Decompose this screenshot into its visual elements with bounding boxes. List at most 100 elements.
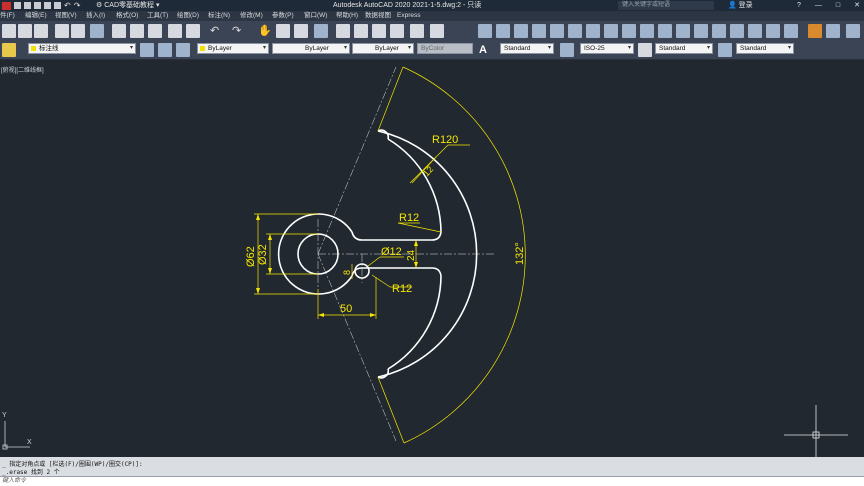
new-icon[interactable] bbox=[14, 2, 21, 9]
dim-style-dropdown[interactable]: ISO-25 ▾ bbox=[580, 43, 634, 54]
open-icon[interactable] bbox=[24, 2, 31, 9]
make-current-icon[interactable] bbox=[140, 43, 154, 57]
linetype-value: ByLayer bbox=[305, 45, 329, 52]
dim-style-manager-icon[interactable] bbox=[560, 43, 574, 57]
print-icon[interactable] bbox=[55, 24, 69, 38]
chevron-down-icon: ▾ bbox=[706, 45, 710, 51]
zoom-realtime-icon[interactable] bbox=[276, 24, 290, 38]
dim-angular-icon[interactable] bbox=[604, 24, 618, 38]
publish-icon[interactable] bbox=[90, 24, 104, 38]
tool-palettes-icon[interactable] bbox=[372, 24, 386, 38]
copy-icon[interactable] bbox=[130, 24, 144, 38]
mleader-style-icon[interactable] bbox=[718, 43, 732, 57]
dim-baseline-icon[interactable] bbox=[640, 24, 654, 38]
menu-edit[interactable]: 编辑(E) bbox=[25, 11, 47, 21]
zoom-window-icon[interactable] bbox=[294, 24, 308, 38]
lineweight-dropdown[interactable]: ByLayer ▾ bbox=[352, 43, 414, 54]
close-button[interactable]: ✕ bbox=[854, 0, 860, 11]
properties-icon[interactable] bbox=[336, 24, 350, 38]
mleader-style-dropdown[interactable]: Standard ▾ bbox=[736, 43, 794, 54]
save-icon[interactable] bbox=[34, 2, 41, 9]
dim-diameter-icon[interactable] bbox=[586, 24, 600, 38]
minimize-button[interactable]: — bbox=[815, 0, 822, 11]
quick-dim-icon[interactable] bbox=[622, 24, 636, 38]
inspection-icon[interactable] bbox=[748, 24, 762, 38]
layer-state-icon[interactable] bbox=[2, 43, 16, 57]
open-file-icon[interactable] bbox=[18, 24, 32, 38]
plot-icon[interactable] bbox=[54, 2, 61, 9]
menu-parametric[interactable]: 参数(P) bbox=[272, 11, 294, 21]
cut-icon[interactable] bbox=[112, 24, 126, 38]
search-input[interactable]: 键入关键字或短语 bbox=[618, 1, 714, 10]
layer-previous-icon[interactable] bbox=[158, 43, 172, 57]
title-bar: ↶ ↷ ⚙ CAD零基础教程 ▾ Autodesk AutoCAD 2020 2… bbox=[0, 0, 864, 11]
sheet-set-icon[interactable] bbox=[390, 24, 404, 38]
menu-icon[interactable] bbox=[2, 1, 11, 10]
menu-window[interactable]: 窗口(W) bbox=[304, 11, 327, 21]
calculator-icon[interactable] bbox=[430, 24, 444, 38]
drawing-canvas: R120 12 R12 Ø62 Ø32 Ø12 24 8 R12 50 132°… bbox=[2, 66, 848, 457]
dim-override-icon[interactable] bbox=[826, 24, 840, 38]
menu-file[interactable]: 件(F) bbox=[0, 11, 15, 21]
dim-aligned-icon[interactable] bbox=[496, 24, 510, 38]
block-editor-icon[interactable] bbox=[186, 24, 200, 38]
workspace-selector[interactable]: ⚙ CAD零基础教程 ▾ bbox=[96, 0, 159, 11]
redo-icon[interactable]: ↷ bbox=[74, 0, 81, 11]
pan-icon[interactable]: ✋ bbox=[258, 24, 272, 38]
arrow bbox=[256, 214, 260, 220]
menu-modify[interactable]: 修改(M) bbox=[240, 11, 263, 21]
table-style-icon[interactable] bbox=[638, 43, 652, 57]
undo-icon[interactable]: ↶ bbox=[64, 0, 71, 11]
dim-update-icon[interactable] bbox=[808, 24, 822, 38]
drawing-area[interactable]: [俯视][二维线框] R120 12 R12 Ø62 Ø32 Ø12 24 8 … bbox=[0, 61, 864, 457]
saveas-icon[interactable] bbox=[44, 2, 51, 9]
command-prompt: 键入命令 bbox=[2, 478, 27, 484]
dim-style-icon[interactable] bbox=[846, 24, 860, 38]
preview-icon[interactable] bbox=[71, 24, 85, 38]
plotstyle-dropdown[interactable]: ByColor bbox=[417, 43, 473, 54]
chevron-down-icon: ▾ bbox=[262, 45, 266, 51]
command-input[interactable]: 键入命令 bbox=[0, 476, 864, 486]
color-dropdown[interactable]: ByLayer ▾ bbox=[197, 43, 269, 54]
menu-insert[interactable]: 插入(I) bbox=[86, 11, 105, 21]
layer-match-icon[interactable] bbox=[176, 43, 190, 57]
match-properties-icon[interactable] bbox=[168, 24, 182, 38]
new-file-icon[interactable] bbox=[2, 24, 16, 38]
paste-icon[interactable] bbox=[148, 24, 162, 38]
layer-dropdown[interactable]: 标注线 ▾ bbox=[28, 43, 136, 54]
center-mark-icon[interactable] bbox=[730, 24, 744, 38]
ucs-icon bbox=[2, 421, 30, 450]
help-icon[interactable]: ? bbox=[797, 0, 801, 11]
markup-icon[interactable] bbox=[410, 24, 424, 38]
menu-data-view[interactable]: 数据视图 bbox=[365, 11, 391, 21]
login-button[interactable]: 👤 登录 bbox=[728, 0, 753, 11]
undo-button-icon[interactable]: ↶ bbox=[210, 24, 224, 38]
menu-draw[interactable]: 绘图(D) bbox=[177, 11, 199, 21]
dim-break-icon[interactable] bbox=[694, 24, 708, 38]
zoom-previous-icon[interactable] bbox=[314, 24, 328, 38]
linetype-dropdown[interactable]: ByLayer ▾ bbox=[272, 43, 350, 54]
menu-dimension[interactable]: 标注(N) bbox=[208, 11, 230, 21]
jogged-linear-icon[interactable] bbox=[766, 24, 780, 38]
maximize-button[interactable]: □ bbox=[836, 0, 840, 11]
menu-view[interactable]: 视图(V) bbox=[55, 11, 77, 21]
table-style-dropdown[interactable]: Standard ▾ bbox=[655, 43, 713, 54]
dim-radius-icon[interactable] bbox=[550, 24, 564, 38]
menu-help[interactable]: 帮助(H) bbox=[336, 11, 358, 21]
text-style-dropdown[interactable]: Standard ▾ bbox=[500, 43, 554, 54]
dim-linear-icon[interactable] bbox=[478, 24, 492, 38]
save-file-icon[interactable] bbox=[34, 24, 48, 38]
dim-arc-icon[interactable] bbox=[514, 24, 528, 38]
dim-jogged-icon[interactable] bbox=[568, 24, 582, 38]
dim-ordinate-icon[interactable] bbox=[532, 24, 546, 38]
dim-edit-icon[interactable] bbox=[784, 24, 798, 38]
menu-express[interactable]: Express bbox=[397, 11, 420, 21]
dim-continue-icon[interactable] bbox=[658, 24, 672, 38]
design-center-icon[interactable] bbox=[354, 24, 368, 38]
text-style-icon[interactable]: A bbox=[479, 43, 493, 57]
redo-button-icon[interactable]: ↷ bbox=[232, 24, 246, 38]
menu-tools[interactable]: 工具(T) bbox=[147, 11, 168, 21]
menu-format[interactable]: 格式(O) bbox=[116, 11, 138, 21]
dim-space-icon[interactable] bbox=[676, 24, 690, 38]
tolerance-icon[interactable] bbox=[712, 24, 726, 38]
